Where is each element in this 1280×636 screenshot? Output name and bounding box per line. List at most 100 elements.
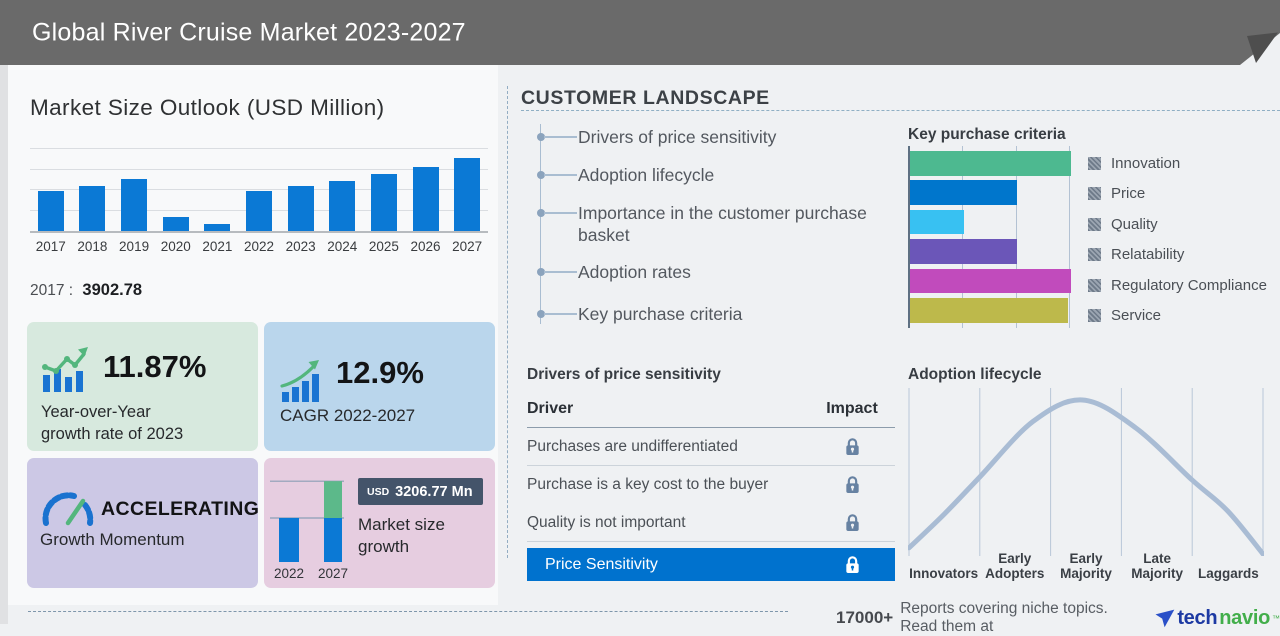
drivers-table-header: Driver Impact: [527, 394, 895, 428]
driver-label: Purchase is a key cost to the buyer: [527, 476, 769, 493]
column-driver: Driver: [527, 400, 574, 417]
header: Global River Cruise Market 2023-2027: [0, 0, 1280, 65]
gauge-icon: [42, 492, 94, 526]
driver-row: Purchases are undifferentiated: [527, 428, 895, 466]
year-label: 2026: [410, 239, 441, 254]
criteria-bar-relatability: [910, 239, 1018, 264]
bar-column-2023: [280, 186, 322, 231]
legend-item: Service: [1088, 307, 1161, 324]
bar-2017: [37, 190, 64, 231]
lifecycle-label: Early Adopters: [985, 551, 1045, 582]
legend-label: Innovation: [1111, 155, 1181, 172]
lock-icon: [845, 513, 859, 531]
bar-2026: [412, 166, 439, 231]
legend-label: Quality: [1111, 215, 1158, 233]
bar-2019: [121, 179, 148, 231]
list-connector-line: [539, 124, 541, 324]
criteria-bar-price: [910, 180, 1018, 205]
bar-column-2027: [446, 157, 488, 231]
bar-2023: [287, 186, 314, 231]
market-outlook-title: Market Size Outlook (USD Million): [30, 95, 385, 120]
growth-momentum-card: ACCELERATING Growth Momentum: [27, 458, 259, 588]
badge-currency: USD: [367, 485, 390, 498]
callout-year: 2017: [30, 282, 65, 299]
yoy-growth-card: 11.87% Year-over-Year growth rate of 202…: [27, 322, 258, 451]
customer-landscape-title: CUSTOMER LANDSCAPE: [521, 87, 770, 109]
year-label: 2018: [77, 239, 108, 254]
lock-icon: [845, 555, 859, 573]
driver-label: Quality is not important: [527, 513, 686, 531]
price-sensitivity-highlight-row: Price Sensitivity: [527, 548, 895, 581]
adoption-lifecycle-title: Adoption lifecycle: [908, 366, 1042, 383]
adoption-lifecycle-labels: Innovators Early Adopters Early Majority Late…: [908, 551, 1264, 582]
list-item: Drivers of price sensitivity: [578, 127, 777, 147]
criteria-bar-regulatory-compliance: [910, 268, 1071, 294]
page-title: Global River Cruise Market 2023-2027: [32, 18, 466, 46]
legend-label: Service: [1111, 307, 1162, 324]
lifecycle-label: Innovators: [909, 566, 979, 582]
growth-bars-arrow-icon: [280, 360, 319, 402]
connector-line: [544, 136, 577, 138]
adoption-lifecycle-chart: [908, 388, 1264, 556]
technavio-logo: tech navio ™: [1155, 607, 1280, 630]
bar-column-2021: [197, 224, 239, 231]
year-label: 2025: [368, 239, 399, 254]
yoy-growth-label: Year-over-Year growth rate of 2023: [41, 403, 184, 443]
legend-label: Price: [1111, 185, 1146, 203]
trademark-mark: ™: [1272, 613, 1280, 623]
lifecycle-label: Late Majority: [1131, 551, 1184, 582]
connector-line: [544, 313, 577, 315]
legend-label: Relatability: [1111, 246, 1185, 264]
left-edge-strip: [0, 65, 8, 624]
list-item: Adoption lifecycle: [578, 165, 715, 185]
bar-column-2020: [155, 216, 197, 231]
vertical-divider: [507, 86, 508, 558]
column-impact: Impact: [826, 400, 878, 417]
momentum-label: Growth Momentum: [40, 530, 185, 549]
cagr-card: 12.9% CAGR 2022-2027: [264, 322, 495, 451]
impact-cell: [809, 437, 895, 457]
legend-item: Price: [1088, 185, 1145, 202]
lifecycle-label: Early Majority: [1060, 551, 1112, 582]
legend-item: Relatability: [1088, 246, 1184, 263]
legend-swatch-icon: [1088, 278, 1101, 292]
year-label: 2017: [35, 239, 66, 254]
legend-item: Quality: [1088, 216, 1158, 233]
bar-column-2022: [238, 191, 280, 231]
market-size-bar-chart: 2017 2018 2019 2020 2021 2022 2023 2024 2025 2026…: [30, 148, 488, 254]
bar-column-2024: [321, 180, 363, 231]
legend-label: Regulatory Compliance: [1111, 276, 1267, 294]
year-label: 2024: [327, 239, 358, 254]
key-purchase-criteria-title: Key purchase criteria: [908, 126, 1066, 143]
cagr-value: 12.9%: [336, 355, 424, 390]
list-item: Key purchase criteria: [578, 304, 743, 324]
bar-column-2018: [72, 186, 114, 231]
bar-2025: [370, 174, 397, 231]
highlight-label: Price Sensitivity: [545, 555, 658, 573]
bar-column-2026: [405, 166, 447, 231]
brand-navio: navio: [1219, 606, 1270, 629]
brand-tech: tech: [1177, 606, 1218, 629]
drivers-title: Drivers of price sensitivity: [527, 366, 721, 383]
year-label: 2019: [119, 239, 150, 254]
reports-count: 17000+: [836, 608, 894, 627]
legend-item: Regulatory Compliance: [1088, 277, 1267, 294]
growth-value-badge: USD 3206.77 Mn: [358, 478, 483, 505]
criteria-bar-innovation: [910, 151, 1071, 176]
year-label: 2027: [452, 239, 483, 254]
lock-icon: [845, 437, 859, 455]
year-label: 2021: [202, 239, 233, 254]
bar-column-2017: [30, 190, 72, 231]
key-purchase-criteria-legend: Innovation Price Quality Relatability Regula…: [1088, 146, 1280, 336]
criteria-bar-quality: [910, 209, 964, 235]
technavio-arrow-icon: [1155, 609, 1175, 627]
growth-label: Market size growth: [358, 515, 445, 557]
legend-swatch-icon: [1088, 217, 1101, 231]
bar-2018: [79, 186, 106, 231]
bar-chart-trend-icon: [42, 347, 88, 392]
lock-icon: [845, 476, 859, 493]
bar-2021: [204, 224, 231, 231]
legend-swatch-icon: [1088, 157, 1101, 170]
footer: 17000+ Reports covering niche topics. Re…: [836, 600, 1280, 636]
connector-line: [544, 174, 577, 176]
